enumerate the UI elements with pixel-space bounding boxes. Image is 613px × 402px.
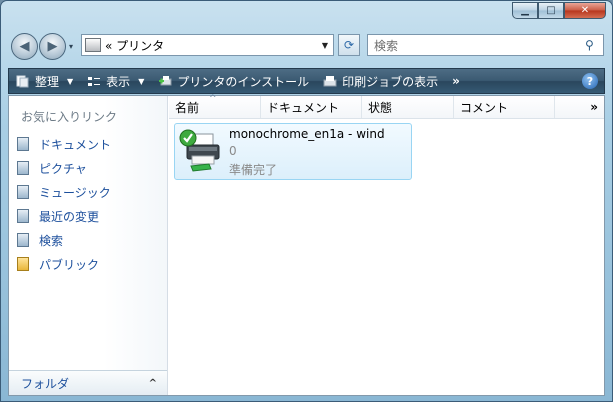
navigation-pane: お気に入りリンク ドキュメント ピクチャ ミュージック 最近の変更 検索 パブリ… (9, 96, 168, 395)
music-icon (17, 185, 29, 199)
organize-button[interactable]: 整理 ▼ (9, 69, 80, 93)
favorite-link-music[interactable]: ミュージック (17, 180, 111, 204)
column-header-label: 状態 (368, 100, 393, 115)
favorite-link-label: パブリック (39, 257, 100, 272)
caption-buttons: ▁ □ ✕ (512, 2, 606, 19)
views-dropdown-icon: ▼ (138, 76, 145, 86)
organize-icon (16, 75, 29, 87)
favorite-link-label: ミュージック (39, 185, 111, 200)
view-print-queue-button[interactable]: 印刷ジョブの表示 (316, 69, 445, 93)
favorite-link-recent[interactable]: 最近の変更 (17, 204, 111, 228)
views-label: 表示 (106, 74, 131, 89)
explorer-window: ▁ □ ✕ ◀ ▶ ▾ « プリンタ ▼ ⟳ 検索 ⚲ 整理 ▼ 表示 ▼ プリ… (0, 0, 613, 402)
favorite-link-label: ピクチャ (39, 161, 87, 176)
content-area: お気に入りリンク ドキュメント ピクチャ ミュージック 最近の変更 検索 パブリ… (8, 94, 605, 396)
refresh-icon: ⟳ (343, 38, 355, 52)
minimize-button[interactable]: ▁ (512, 2, 538, 19)
printer-job-count: 0 (229, 144, 237, 158)
favorite-link-pictures[interactable]: ピクチャ (17, 156, 111, 180)
print-queue-icon (323, 75, 337, 86)
back-button[interactable]: ◀ (11, 33, 38, 60)
folders-label: フォルダ (21, 376, 70, 391)
column-header-name[interactable]: ^ 名前 (169, 94, 261, 118)
search-icon[interactable]: ⚲ (585, 38, 603, 52)
favorite-link-label: 検索 (39, 233, 64, 248)
column-header-label: ドキュメント (267, 100, 340, 115)
refresh-button[interactable]: ⟳ (338, 34, 360, 56)
column-header-label: 名前 (175, 100, 200, 115)
install-printer-button[interactable]: プリンタのインストール (151, 69, 316, 93)
column-headers: ^ 名前 ドキュメント 状態 コメント » (169, 94, 604, 119)
printer-status: 準備完了 (229, 163, 278, 177)
search-folder-icon (17, 233, 29, 247)
printer-icon (179, 129, 220, 172)
public-folder-icon (17, 257, 29, 271)
command-bar: 整理 ▼ 表示 ▼ プリンタのインストール 印刷ジョブの表示 » ? (8, 68, 605, 94)
install-printer-label: プリンタのインストール (177, 74, 310, 89)
favorite-links-list: ドキュメント ピクチャ ミュージック 最近の変更 検索 パブリック (17, 132, 111, 276)
address-dropdown-icon[interactable]: ▼ (317, 41, 333, 50)
favorite-link-searches[interactable]: 検索 (17, 228, 111, 252)
toolbar-overflow-button[interactable]: » (445, 69, 467, 93)
add-printer-icon (159, 75, 172, 85)
organize-label: 整理 (35, 74, 60, 89)
views-button[interactable]: 表示 ▼ (80, 69, 151, 93)
favorite-link-documents[interactable]: ドキュメント (17, 132, 111, 156)
forward-button[interactable]: ▶ (39, 33, 66, 60)
sort-ascending-icon: ^ (209, 94, 217, 104)
maximize-button[interactable]: □ (538, 2, 564, 19)
printers-folder-icon (85, 38, 101, 52)
help-button[interactable]: ? (582, 73, 598, 89)
column-header-documents[interactable]: ドキュメント (261, 96, 362, 118)
folders-toggle[interactable]: フォルダ ^ (9, 370, 167, 395)
printer-name: monochrome_en1a - wind (229, 127, 385, 141)
search-box[interactable]: 検索 ⚲ (367, 34, 604, 56)
column-header-comment[interactable]: コメント (454, 96, 555, 118)
view-print-queue-label: 印刷ジョブの表示 (342, 74, 439, 89)
column-header-status[interactable]: 状態 (362, 96, 454, 118)
recent-pages-dropdown[interactable]: ▾ (69, 42, 73, 51)
favorite-link-public[interactable]: パブリック (17, 252, 111, 276)
printer-item[interactable]: monochrome_en1a - wind 0 準備完了 (174, 123, 412, 180)
pictures-icon (17, 161, 29, 175)
favorite-link-label: ドキュメント (39, 137, 112, 152)
column-header-label: コメント (460, 100, 509, 115)
close-button[interactable]: ✕ (564, 2, 606, 19)
favorite-links-title: お気に入りリンク (21, 110, 118, 124)
chevron-up-icon: ^ (148, 377, 157, 389)
navigation-buttons: ◀ ▶ ▾ (11, 33, 73, 60)
overflow-chevron-icon: » (452, 74, 460, 88)
recent-icon (17, 209, 29, 223)
favorite-link-label: 最近の変更 (39, 209, 100, 224)
organize-dropdown-icon: ▼ (67, 76, 74, 86)
address-path[interactable]: « プリンタ (105, 37, 317, 54)
documents-icon (17, 137, 29, 151)
column-overflow-button[interactable]: » (590, 96, 604, 118)
search-input[interactable]: 検索 (374, 37, 585, 54)
address-bar[interactable]: « プリンタ ▼ (81, 34, 334, 56)
views-icon (88, 76, 101, 86)
